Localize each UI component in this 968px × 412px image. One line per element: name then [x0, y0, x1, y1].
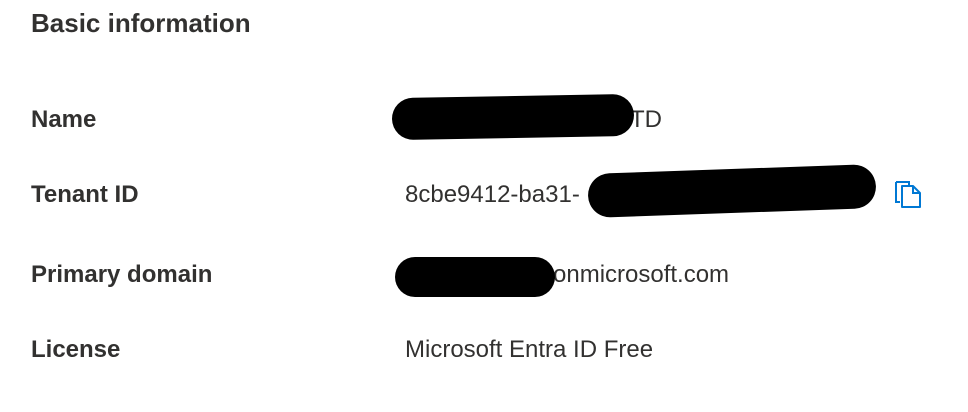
primary-domain-label: Primary domain — [31, 261, 213, 288]
license-label: License — [31, 336, 121, 363]
name-label: Name — [31, 106, 97, 133]
tenant-id-value: 8cbe9412-ba31- — [405, 181, 580, 208]
tenant-id-redaction — [587, 163, 877, 219]
basic-information-panel: Basic information Name TD Tenant ID 8cbe… — [0, 0, 968, 412]
primary-domain-row: Primary domain onmicrosoft.com — [0, 255, 968, 297]
tenant-id-row: Tenant ID 8cbe9412-ba31- — [0, 163, 968, 219]
copy-tenant-id-button[interactable] — [890, 177, 926, 213]
license-value: Microsoft Entra ID Free — [405, 336, 654, 363]
copy-icon — [893, 177, 923, 214]
license-row: License Microsoft Entra ID Free — [0, 330, 968, 370]
name-redaction — [391, 93, 635, 141]
name-row: Name TD — [0, 93, 968, 141]
primary-domain-value: onmicrosoft.com — [553, 261, 730, 288]
section-title: Basic information — [31, 8, 251, 38]
primary-domain-redaction — [395, 257, 555, 297]
tenant-id-label: Tenant ID — [31, 181, 139, 208]
name-value: TD — [630, 106, 662, 133]
